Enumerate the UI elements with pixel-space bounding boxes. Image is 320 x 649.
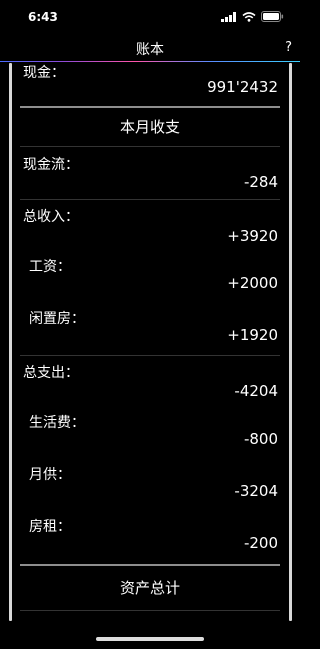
expense-label: 总支出： (23, 365, 79, 381)
income-item-row: 工资： +2000 (20, 252, 280, 304)
cash-flow-row: 现金流： -284 (20, 147, 280, 199)
income-item-label: 闲置房： (29, 311, 85, 327)
expense-value: -4204 (234, 382, 278, 400)
income-value: +3920 (227, 227, 278, 245)
expense-item-row: 月供： -3204 (20, 460, 280, 512)
income-item-value: +2000 (227, 274, 278, 292)
status-icons (221, 11, 284, 22)
cash-flow-value: -284 (243, 173, 278, 191)
income-row: 总收入： +3920 (20, 200, 280, 252)
help-button[interactable]: ? (285, 40, 292, 55)
income-item-row: 闲置房： +1920 (20, 304, 280, 355)
expense-item-label: 月供： (29, 467, 71, 483)
battery-icon (261, 11, 284, 22)
cash-label: 现金： (23, 65, 65, 81)
expense-item-value: -800 (243, 430, 278, 448)
expense-row: 总支出： -4204 (20, 356, 280, 408)
income-label: 总收入： (23, 209, 79, 225)
cash-value: 991'2432 (207, 78, 278, 96)
status-bar: 6:43 (0, 0, 300, 36)
wifi-icon (242, 11, 256, 22)
right-scroll-bar (289, 63, 292, 621)
expense-item-value: -3204 (234, 482, 278, 500)
page-title: 账本 (136, 42, 164, 58)
nav-bar: 账本 ? (0, 36, 300, 62)
expense-item-label: 生活费： (29, 415, 85, 431)
expense-item-row: 房租： -200 (20, 512, 280, 564)
expense-item-value: -200 (243, 534, 278, 552)
ledger-content: 现金： 991'2432 本月收支 现金流： -284 总收入： +3920 工… (20, 62, 280, 611)
expense-item-row: 生活费： -800 (20, 408, 280, 460)
signal-icon (221, 11, 236, 22)
income-item-value: +1920 (227, 326, 278, 344)
income-item-label: 工资： (29, 259, 71, 275)
home-indicator[interactable] (96, 637, 204, 641)
cash-row: 现金： 991'2432 (20, 62, 280, 106)
divider (20, 610, 280, 611)
cash-flow-label: 现金流： (23, 157, 79, 173)
left-scroll-bar (9, 63, 12, 621)
assets-section-title: 资产总计 (119, 579, 180, 597)
status-time: 6:43 (28, 10, 58, 24)
expense-item-label: 房租： (29, 519, 71, 535)
monthly-section-title: 本月收支 (119, 118, 180, 136)
